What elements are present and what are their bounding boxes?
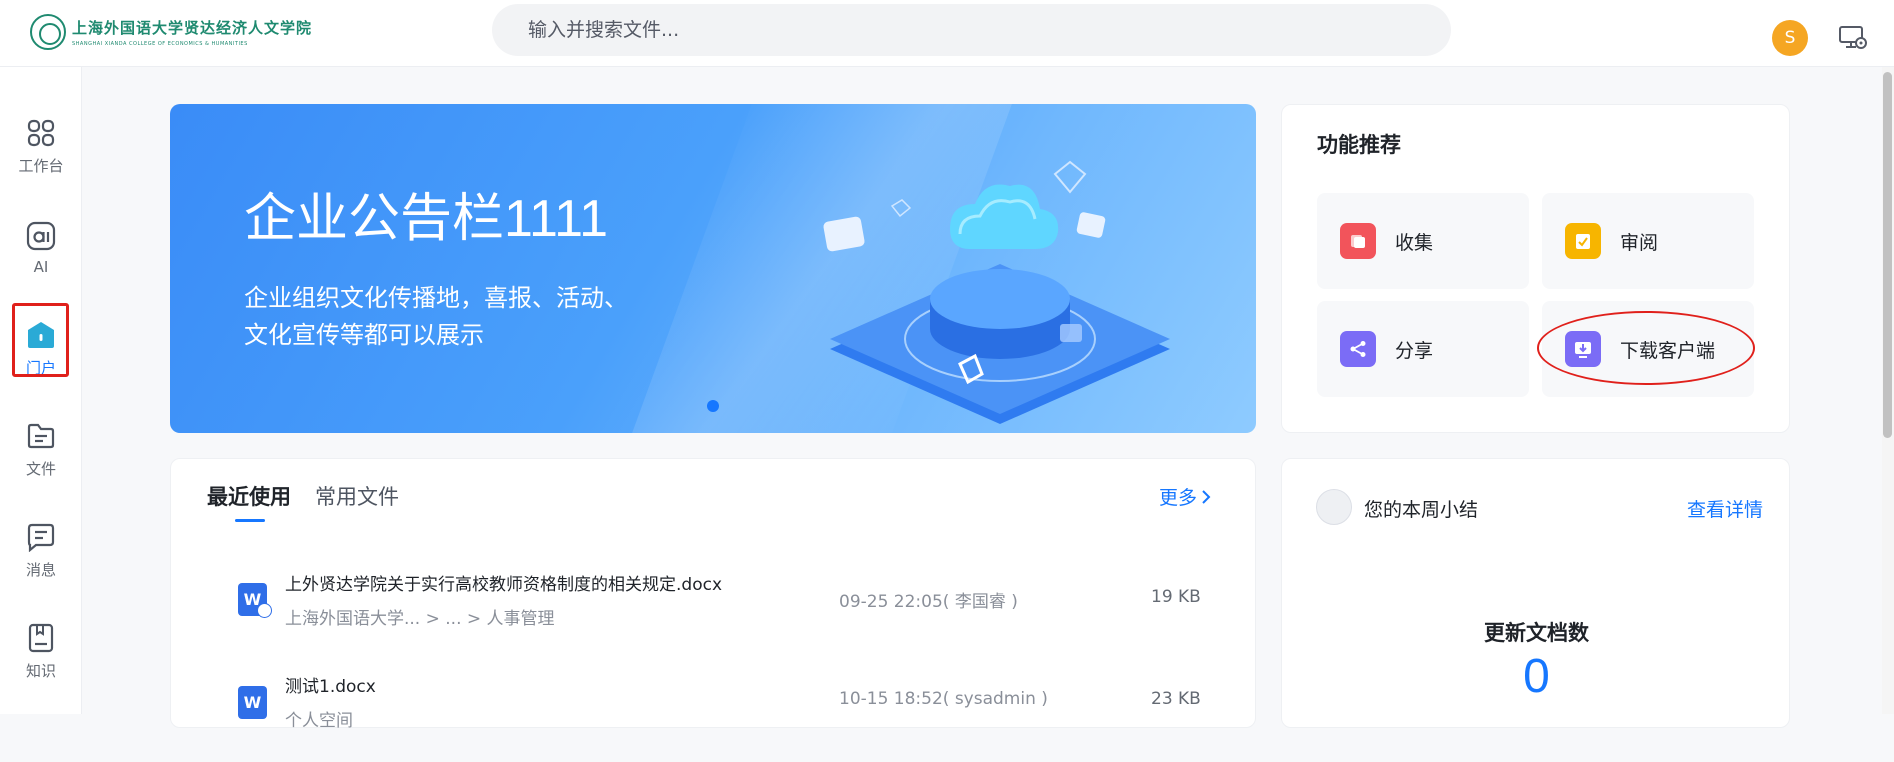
sidebar: 工作台 AI 门户 文件 消息 知识 (0, 67, 82, 714)
file-path: 个人空间 (285, 711, 353, 731)
user-avatar[interactable]: S (1772, 20, 1808, 56)
carousel-dot[interactable] (707, 400, 719, 412)
banner-subtitle-line1: 企业组织文化传播地，喜报、活动、 (244, 284, 628, 312)
file-modified-time: 10-15 18:52( sysadmin ) (839, 689, 1048, 709)
sidebar-item-knowledge[interactable]: 知识 (0, 607, 82, 697)
sidebar-item-label: 消息 (25, 561, 56, 579)
updated-docs-count: 0 (1523, 650, 1550, 703)
sidebar-item-label: 工作台 (18, 157, 64, 175)
file-row[interactable]: W 上外贤达学院关于实行高校教师资格制度的相关规定.docx 上海外国语大学..… (171, 561, 1257, 659)
summary-title: 您的本周小结 (1364, 499, 1479, 521)
cloud-platform-illustration (823, 160, 1170, 424)
file-row[interactable]: W 测试1.docx 个人空间 10-15 18:52( sysadmin ) … (171, 664, 1257, 762)
view-details-link[interactable]: 查看详情 (1687, 495, 1763, 522)
sidebar-item-ai[interactable]: AI (0, 203, 82, 293)
more-link[interactable]: 更多 (1159, 483, 1211, 510)
feature-label: 审阅 (1620, 231, 1659, 254)
feature-label: 下载客户端 (1620, 339, 1716, 362)
feature-recommend-card: 功能推荐 收集 审阅 分享 下载客户端 (1281, 104, 1790, 433)
banner-subtitle-line2: 文化宣传等都可以展示 (244, 321, 484, 349)
recent-files-card: 最近使用 常用文件 更多 W 上外贤达学院关于实行高校教师资格制度的相关规定.d… (170, 458, 1257, 731)
logo-text-cn: 上海外国语大学贤达经济人文学院 (72, 19, 313, 37)
sidebar-item-workbench[interactable]: 工作台 (0, 102, 82, 192)
search-input[interactable] (492, 4, 1451, 56)
grid-icon (27, 119, 55, 147)
file-path: 上海外国语大学... > ... > 人事管理 (285, 609, 555, 629)
file-size: 23 KB (1151, 689, 1201, 709)
sidebar-item-label: 文件 (25, 460, 56, 478)
top-bar: 上海外国语大学贤达经济人文学院 SHANGHAI XIANDA COLLEGE … (0, 0, 1894, 67)
sidebar-item-messages[interactable]: 消息 (0, 506, 82, 596)
sidebar-item-label: 门户 (25, 359, 56, 377)
college-seal-icon (30, 14, 66, 50)
word-doc-icon: W (238, 686, 267, 719)
folder-icon (27, 423, 55, 449)
feature-label: 收集 (1395, 231, 1434, 254)
book-icon (28, 623, 54, 653)
chevron-right-icon (1202, 489, 1211, 504)
ai-icon (26, 221, 56, 250)
weekly-summary-card: 您的本周小结 查看详情 更新文档数 0 (1281, 458, 1790, 728)
sidebar-item-files[interactable]: 文件 (0, 405, 82, 495)
logo-text: 上海外国语大学贤达经济人文学院 SHANGHAI XIANDA COLLEGE … (72, 17, 312, 47)
message-icon (27, 523, 55, 552)
banner-title: 企业公告栏1111 (244, 190, 609, 248)
sidebar-item-label: AI (33, 257, 49, 276)
home-icon (28, 322, 54, 348)
shared-badge-icon (257, 603, 272, 618)
feature-review-button[interactable]: 审阅 (1542, 193, 1754, 289)
more-link-label: 更多 (1159, 487, 1198, 509)
file-size: 19 KB (1151, 587, 1201, 607)
feature-share-button[interactable]: 分享 (1317, 301, 1529, 397)
feature-recommend-title: 功能推荐 (1317, 133, 1401, 157)
collect-icon (1340, 223, 1376, 259)
sidebar-item-label: 知识 (25, 662, 56, 680)
review-icon (1565, 223, 1601, 259)
logo-text-en: SHANGHAI XIANDA COLLEGE OF ECONOMICS & H… (72, 41, 248, 47)
feature-label: 分享 (1395, 339, 1434, 362)
summary-avatar (1316, 489, 1352, 525)
tab-recent[interactable]: 最近使用 (207, 481, 291, 511)
active-tab-indicator (235, 519, 265, 522)
file-name: 上外贤达学院关于实行高校教师资格制度的相关规定.docx (285, 575, 723, 595)
updated-docs-label: 更新文档数 (1484, 621, 1589, 645)
scrollbar-thumb[interactable] (1883, 72, 1892, 438)
feature-download-client-button[interactable]: 下载客户端 (1542, 301, 1754, 397)
file-modified-time: 09-25 22:05( 李国睿 ) (839, 592, 1018, 612)
announcement-banner[interactable]: 企业公告栏1111 企业组织文化传播地，喜报、活动、 文化宣传等都可以展示 (170, 104, 1256, 433)
feature-collect-button[interactable]: 收集 (1317, 193, 1529, 289)
sidebar-item-portal[interactable]: 门户 (0, 304, 82, 394)
file-name: 测试1.docx (285, 677, 376, 697)
device-settings-icon[interactable] (1838, 24, 1868, 52)
download-client-icon (1565, 331, 1601, 367)
tab-common-files[interactable]: 常用文件 (315, 481, 399, 511)
banner-subtitle: 企业组织文化传播地，喜报、活动、 文化宣传等都可以展示 (244, 280, 628, 354)
share-icon (1340, 331, 1376, 367)
college-logo[interactable]: 上海外国语大学贤达经济人文学院 SHANGHAI XIANDA COLLEGE … (30, 12, 312, 52)
